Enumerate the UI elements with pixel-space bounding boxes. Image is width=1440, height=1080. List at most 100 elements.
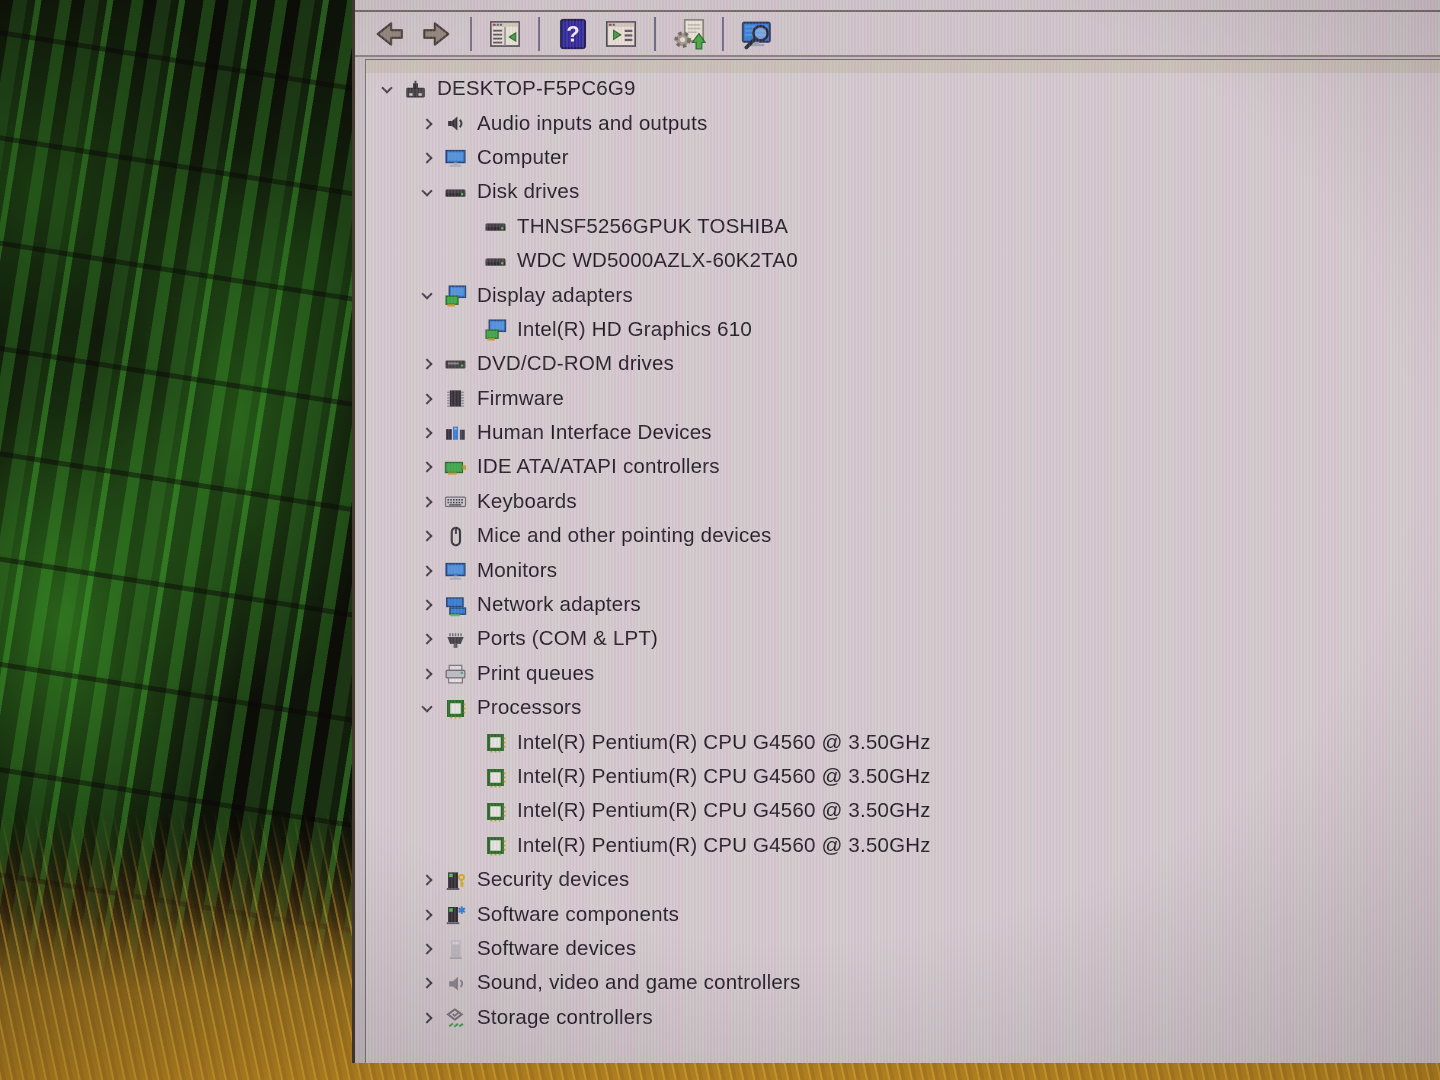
- security-icon: [440, 866, 470, 894]
- scan-hardware-changes-icon: [740, 17, 774, 51]
- expander-chevron-icon[interactable]: [414, 120, 440, 128]
- network-icon: [440, 591, 470, 619]
- processor-icon: [480, 797, 510, 825]
- tree-item-thnsf5256gpuk-toshiba[interactable]: THNSF5256GPUK TOSHIBA: [366, 210, 1440, 244]
- tree-item-intel-r-pentium-r-cpu-g4560-3-50ghz[interactable]: Intel(R) Pentium(R) CPU G4560 @ 3.50GHz: [366, 829, 1440, 863]
- tree-item-desktop-f5pc6g9[interactable]: DESKTOP-F5PC6G9: [366, 72, 1440, 106]
- tree-item-human-interface-devices[interactable]: Human Interface Devices: [366, 416, 1440, 450]
- tree-item-label: THNSF5256GPUK TOSHIBA: [517, 215, 788, 239]
- tree-item-network-adapters[interactable]: Network adapters: [366, 588, 1440, 622]
- tree-item-monitors[interactable]: Monitors: [366, 553, 1440, 587]
- tree-item-label: Software devices: [477, 937, 636, 961]
- tree-item-label: Human Interface Devices: [477, 421, 712, 445]
- keyboard-icon: [440, 488, 470, 516]
- tree-item-label: Audio inputs and outputs: [477, 112, 707, 136]
- expander-chevron-icon[interactable]: [414, 429, 440, 437]
- expander-chevron-icon[interactable]: [414, 979, 440, 987]
- tree-item-label: Computer: [477, 146, 569, 170]
- expander-chevron-icon[interactable]: [414, 1014, 440, 1022]
- back-arrow-icon: [372, 17, 406, 51]
- port-icon: [440, 625, 470, 653]
- tree-item-display-adapters[interactable]: Display adapters: [366, 278, 1440, 312]
- software-device-icon: [440, 935, 470, 963]
- help-button[interactable]: [551, 14, 595, 54]
- tree-item-software-devices[interactable]: Software devices: [366, 932, 1440, 966]
- console-tree-button[interactable]: [483, 14, 527, 54]
- tree-item-label: Mice and other pointing devices: [477, 524, 772, 548]
- disk-icon: [480, 247, 510, 275]
- processor-icon: [480, 729, 510, 757]
- scan-hardware-button[interactable]: [735, 14, 779, 54]
- tree-item-intel-r-pentium-r-cpu-g4560-3-50ghz[interactable]: Intel(R) Pentium(R) CPU G4560 @ 3.50GHz: [366, 760, 1440, 794]
- tree-item-label: Processors: [477, 696, 582, 720]
- tree-item-audio-inputs-and-outputs[interactable]: Audio inputs and outputs: [366, 106, 1440, 140]
- expander-chevron-icon[interactable]: [414, 567, 440, 575]
- expander-chevron-icon[interactable]: [414, 190, 440, 195]
- tree-item-ports-com-lpt[interactable]: Ports (COM & LPT): [366, 622, 1440, 656]
- tree-item-label: WDC WD5000AZLX-60K2TA0: [517, 249, 798, 273]
- tree-item-intel-r-pentium-r-cpu-g4560-3-50ghz[interactable]: Intel(R) Pentium(R) CPU G4560 @ 3.50GHz: [366, 725, 1440, 759]
- tree-item-ide-ata-atapi-controllers[interactable]: IDE ATA/ATAPI controllers: [366, 450, 1440, 484]
- tree-item-label: Intel(R) Pentium(R) CPU G4560 @ 3.50GHz: [517, 799, 931, 823]
- tree-item-label: Firmware: [477, 387, 564, 411]
- tree-item-mice-and-other-pointing-devices[interactable]: Mice and other pointing devices: [366, 519, 1440, 553]
- update-driver-button[interactable]: [667, 14, 711, 54]
- expander-chevron-icon[interactable]: [414, 154, 440, 162]
- expander-chevron-icon[interactable]: [414, 911, 440, 919]
- tree-item-print-queues[interactable]: Print queues: [366, 657, 1440, 691]
- tree-item-label: IDE ATA/ATAPI controllers: [477, 455, 720, 479]
- expander-chevron-icon[interactable]: [414, 670, 440, 678]
- expander-chevron-icon[interactable]: [414, 876, 440, 884]
- toolbar-separator: [470, 17, 472, 51]
- tree-item-software-components[interactable]: Software components: [366, 897, 1440, 931]
- back-button[interactable]: [367, 14, 411, 54]
- expander-chevron-icon[interactable]: [414, 532, 440, 540]
- tree-item-security-devices[interactable]: Security devices: [366, 863, 1440, 897]
- toolbar-separator: [654, 17, 656, 51]
- firmware-icon: [440, 385, 470, 413]
- toolbar: [355, 12, 1440, 57]
- forward-button[interactable]: [415, 14, 459, 54]
- tree-item-label: Network adapters: [477, 593, 641, 617]
- computer-root-icon: [400, 75, 430, 103]
- expander-chevron-icon[interactable]: [414, 463, 440, 471]
- expander-chevron-icon[interactable]: [414, 945, 440, 953]
- monitor-icon: [440, 144, 470, 172]
- toolbar-separator: [722, 17, 724, 51]
- printer-icon: [440, 660, 470, 688]
- help-icon: [556, 17, 590, 51]
- sound-icon: [440, 969, 470, 997]
- expander-chevron-icon[interactable]: [414, 498, 440, 506]
- expander-chevron-icon[interactable]: [414, 293, 440, 298]
- expander-chevron-icon[interactable]: [414, 395, 440, 403]
- tree-item-label: Display adapters: [477, 284, 633, 308]
- device-manager-window: DESKTOP-F5PC6G9 Audio inputs and outputs…: [352, 0, 1440, 1063]
- tree-item-wdc-wd5000azlx-60k2ta0[interactable]: WDC WD5000AZLX-60K2TA0: [366, 244, 1440, 278]
- tree-item-label: Disk drives: [477, 180, 579, 204]
- tree-item-label: DVD/CD-ROM drives: [477, 352, 674, 376]
- tree-item-keyboards[interactable]: Keyboards: [366, 485, 1440, 519]
- display-adapter-icon: [440, 282, 470, 310]
- tree-item-computer[interactable]: Computer: [366, 141, 1440, 175]
- software-component-icon: [440, 901, 470, 929]
- device-tree[interactable]: DESKTOP-F5PC6G9 Audio inputs and outputs…: [365, 59, 1440, 1063]
- tree-item-firmware[interactable]: Firmware: [366, 382, 1440, 416]
- tree-item-disk-drives[interactable]: Disk drives: [366, 175, 1440, 209]
- screen: DESKTOP-F5PC6G9 Audio inputs and outputs…: [0, 0, 1440, 1080]
- tree-item-label: Software components: [477, 903, 679, 927]
- action-pane-button[interactable]: [599, 14, 643, 54]
- expander-chevron-icon[interactable]: [414, 635, 440, 643]
- tree-item-dvd-cd-rom-drives[interactable]: DVD/CD-ROM drives: [366, 347, 1440, 381]
- tree-item-sound-video-and-game-controllers[interactable]: Sound, video and game controllers: [366, 966, 1440, 1000]
- tree-item-intel-r-hd-graphics-610[interactable]: Intel(R) HD Graphics 610: [366, 313, 1440, 347]
- tree-item-label: Ports (COM & LPT): [477, 627, 658, 651]
- expander-chevron-icon[interactable]: [374, 87, 400, 92]
- tree-item-label: Intel(R) Pentium(R) CPU G4560 @ 3.50GHz: [517, 731, 931, 755]
- expander-chevron-icon[interactable]: [414, 601, 440, 609]
- processor-icon: [480, 763, 510, 791]
- tree-item-intel-r-pentium-r-cpu-g4560-3-50ghz[interactable]: Intel(R) Pentium(R) CPU G4560 @ 3.50GHz: [366, 794, 1440, 828]
- tree-item-storage-controllers[interactable]: Storage controllers: [366, 1001, 1440, 1035]
- expander-chevron-icon[interactable]: [414, 706, 440, 711]
- tree-item-processors[interactable]: Processors: [366, 691, 1440, 725]
- expander-chevron-icon[interactable]: [414, 360, 440, 368]
